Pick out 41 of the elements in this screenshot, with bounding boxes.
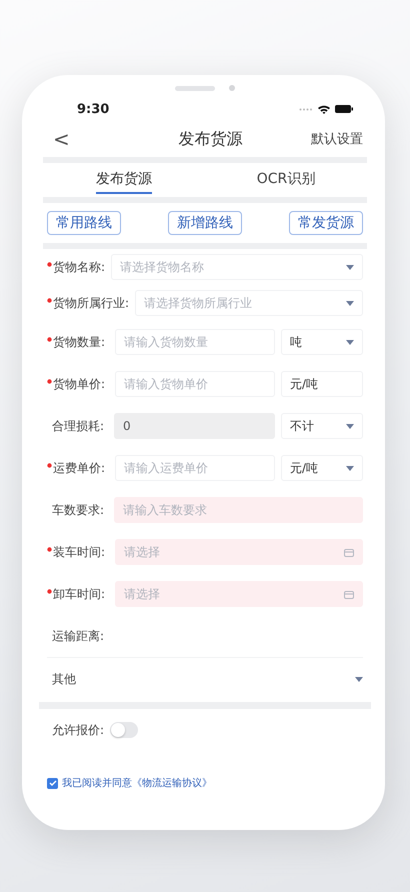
route-button[interactable]: 常用路线 — [47, 211, 121, 235]
route-button[interactable]: 新增路线 — [168, 211, 242, 235]
dropdown-caret-icon — [346, 466, 354, 470]
field-label: 装车时间: — [53, 544, 106, 560]
calendar-icon — [344, 548, 354, 556]
field-label: 货物所属行业: — [53, 294, 130, 312]
field-label: 车数要求: — [51, 502, 104, 518]
signal-icon — [299, 108, 313, 110]
status-time: 9:30 — [77, 102, 110, 116]
dropdown-caret-icon — [346, 264, 354, 270]
camera-drawing — [229, 85, 235, 91]
dropdown-caret-icon — [346, 424, 354, 428]
tab[interactable]: OCR识别 — [205, 163, 367, 197]
toggle-switch[interactable] — [110, 722, 138, 738]
dropdown-caret-icon — [355, 676, 363, 682]
field-label: 允许报价: — [51, 722, 104, 738]
agreement-text: 我已阅读并同意《物流运输协议》 — [62, 776, 212, 790]
agreement-link[interactable]: 《物流运输协议》 — [132, 778, 212, 789]
page-title: 发布货源 — [178, 128, 242, 150]
unit-select[interactable]: 元/吨 — [281, 371, 363, 397]
field-label: 合理损耗: — [51, 418, 104, 434]
field-label: 货物单价: — [53, 376, 106, 392]
battery-icon — [335, 105, 353, 113]
field-label: 其他 — [51, 670, 76, 688]
field-label: 卸车时间: — [53, 586, 106, 602]
field-label: 货物名称: — [53, 258, 106, 276]
route-button[interactable]: 常发货源 — [289, 211, 363, 235]
unit-select[interactable]: 元/吨 — [281, 455, 363, 481]
field-label: 运费单价: — [53, 460, 106, 476]
field-label: 运输距离: — [51, 628, 104, 644]
speaker-drawing — [175, 86, 215, 90]
calendar-icon — [344, 590, 354, 598]
dropdown-caret-icon — [346, 300, 354, 306]
unit-select[interactable]: 吨 — [281, 329, 363, 355]
checkbox[interactable] — [47, 778, 58, 788]
back-button[interactable]: < — [47, 127, 76, 151]
dropdown-caret-icon — [346, 340, 354, 344]
field-label: 货物数量: — [53, 334, 106, 350]
wifi-icon — [318, 104, 330, 114]
default-settings-button[interactable]: 默认设置 — [310, 130, 363, 148]
tab[interactable]: 发布货源 — [43, 163, 205, 197]
